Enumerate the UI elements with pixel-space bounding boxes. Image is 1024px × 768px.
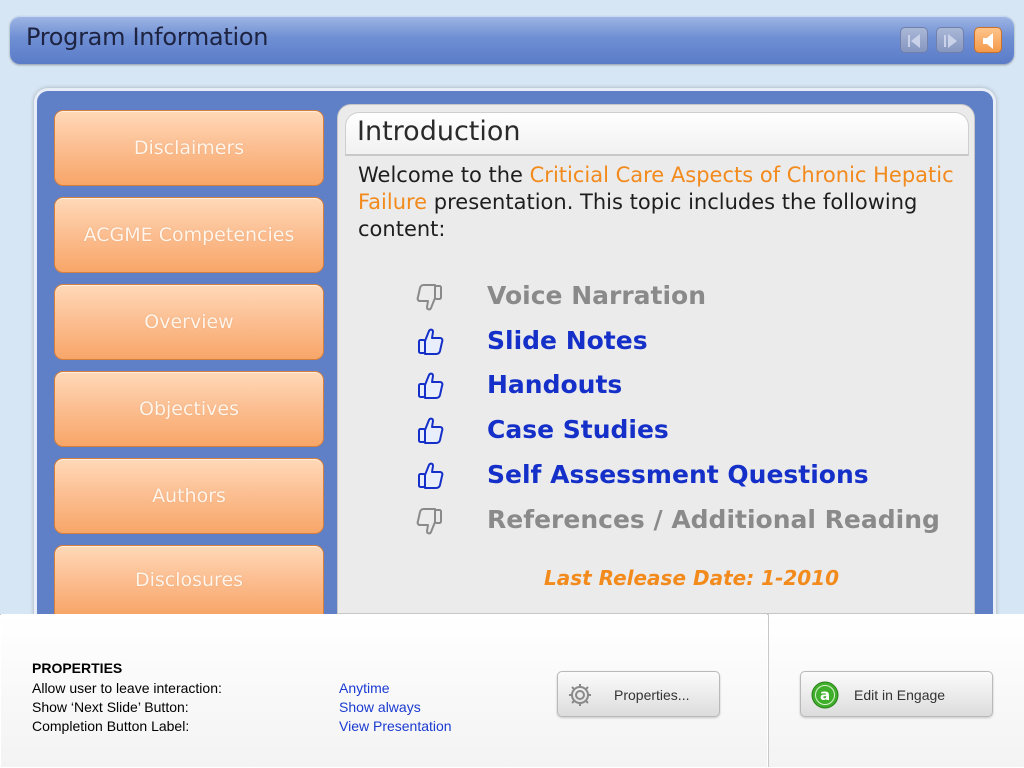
- nav-authors-button[interactable]: Authors: [54, 458, 324, 534]
- feature-label: Case Studies: [487, 415, 669, 444]
- feature-label: References / Additional Reading: [487, 505, 940, 534]
- properties-button-label: Properties...: [614, 687, 690, 703]
- thumbs-down-icon: [416, 508, 442, 535]
- edit-in-engage-button[interactable]: a Edit in Engage: [800, 671, 993, 717]
- feature-label: Slide Notes: [487, 326, 648, 355]
- thumbs-up-icon: [418, 328, 444, 355]
- svg-text:a: a: [820, 686, 830, 704]
- thumbs-up-icon: [418, 372, 444, 399]
- next-arrow-icon: [944, 34, 957, 48]
- property-label-leave: Allow user to leave interaction:: [32, 680, 222, 696]
- nav-objectives-button[interactable]: Objectives: [54, 371, 324, 447]
- thumbs-up-icon: [418, 417, 444, 444]
- feature-references: References / Additional Reading: [414, 505, 954, 539]
- property-value-completion: View Presentation: [339, 718, 452, 734]
- audio-button[interactable]: [974, 27, 1002, 53]
- speaker-icon: [983, 33, 993, 49]
- nav-acgme-competencies-button[interactable]: ACGME Competencies: [54, 197, 324, 273]
- thumbs-down-icon: [416, 284, 442, 311]
- content-title: Introduction: [357, 116, 521, 147]
- property-label-next-slide: Show ‘Next Slide’ Button:: [32, 699, 189, 715]
- properties-button[interactable]: Properties...: [557, 671, 720, 717]
- nav-overview-button[interactable]: Overview: [54, 284, 324, 360]
- feature-handouts: Handouts: [414, 370, 954, 404]
- engage-logo-icon: a: [811, 681, 839, 709]
- feature-self-assessment-questions: Self Assessment Questions: [414, 460, 954, 494]
- next-button[interactable]: [936, 27, 964, 53]
- nav-disclaimers-button[interactable]: Disclaimers: [54, 110, 324, 186]
- thumbs-up-icon: [418, 462, 444, 489]
- intro-prefix: Welcome to the: [358, 163, 530, 187]
- feature-voice-narration: Voice Narration: [414, 281, 954, 315]
- feature-label: Self Assessment Questions: [487, 460, 869, 489]
- feature-case-studies: Case Studies: [414, 415, 954, 449]
- feature-label: Voice Narration: [487, 281, 707, 310]
- intro-suffix: presentation. This topic includes the fo…: [358, 190, 918, 241]
- prev-arrow-icon: [908, 34, 920, 48]
- intro-text: Welcome to the Criticial Care Aspects of…: [358, 162, 958, 243]
- release-date: Last Release Date: 1-2010: [544, 566, 840, 590]
- nav-disclosures-button[interactable]: Disclosures: [54, 545, 324, 614]
- property-label-completion: Completion Button Label:: [32, 718, 190, 734]
- page-title: Program Information: [26, 23, 269, 51]
- edit-in-engage-label: Edit in Engage: [854, 687, 946, 703]
- property-value-next-slide: Show always: [339, 699, 421, 715]
- header-bar: Program Information: [10, 16, 1014, 64]
- feature-label: Handouts: [487, 370, 623, 399]
- feature-slide-notes: Slide Notes: [414, 326, 954, 360]
- prev-button[interactable]: [900, 27, 928, 53]
- property-value-leave: Anytime: [339, 680, 390, 696]
- gear-icon: [569, 684, 591, 706]
- properties-heading: PROPERTIES: [32, 660, 123, 676]
